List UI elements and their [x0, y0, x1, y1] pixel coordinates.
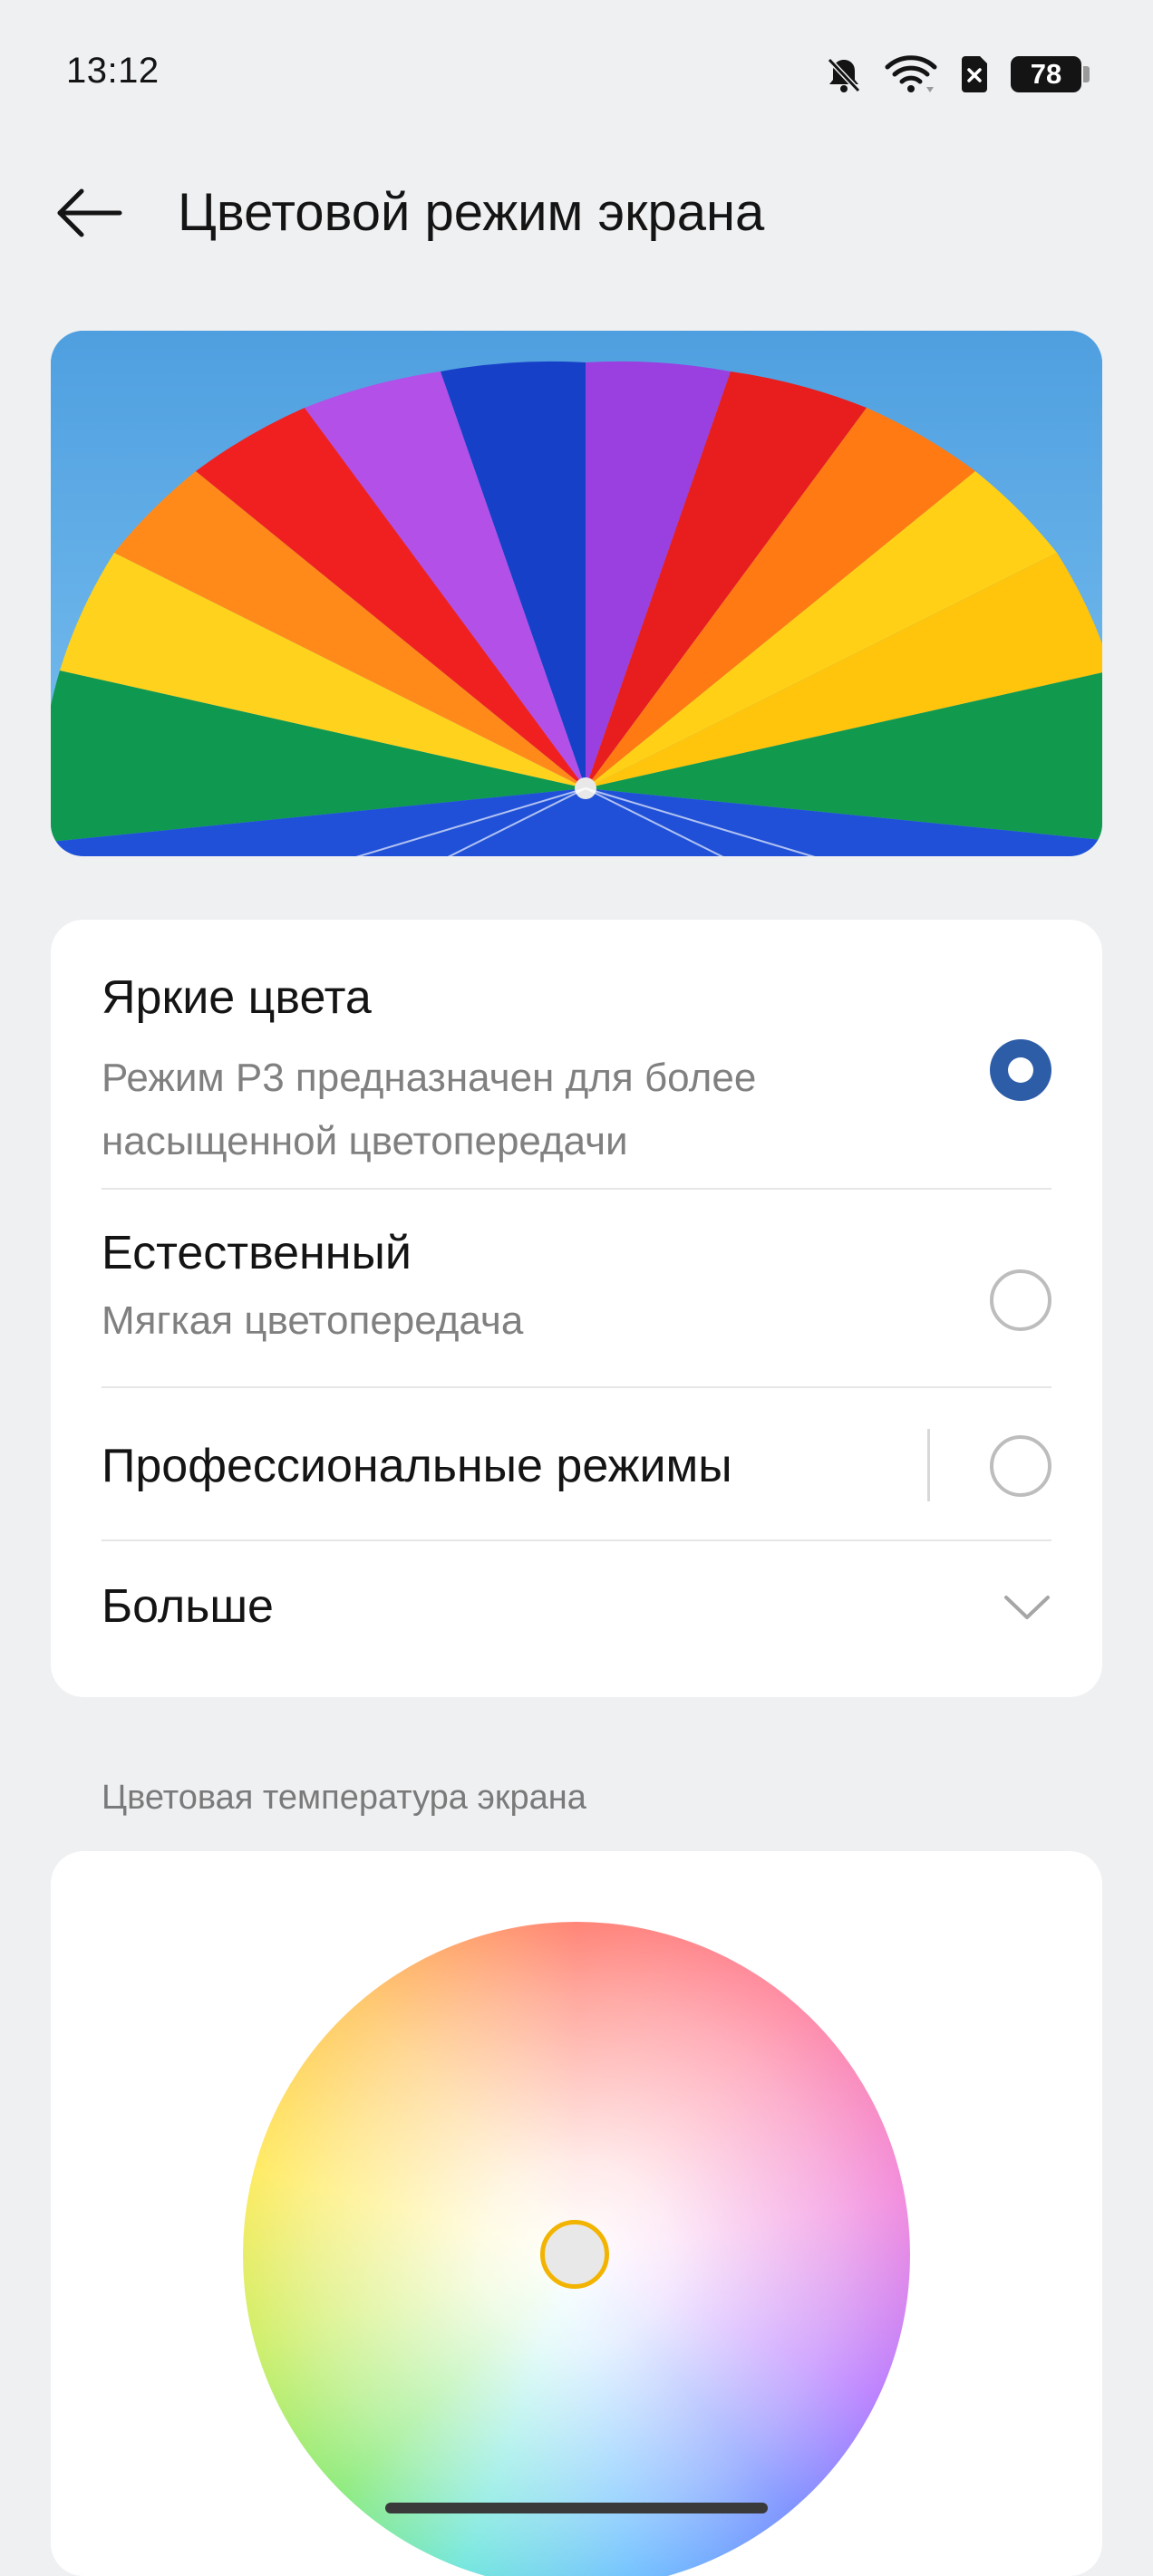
- battery-icon: 78: [1011, 56, 1090, 92]
- mode-pro-radio[interactable]: [990, 1435, 1051, 1497]
- mode-option-pro[interactable]: Профессиональные режимы: [102, 1388, 1051, 1551]
- status-bar: 13:12 78: [0, 0, 1153, 145]
- mode-natural-title: Естественный: [102, 1227, 412, 1279]
- mode-natural-radio[interactable]: [990, 1269, 1051, 1331]
- status-time: 13:12: [66, 51, 160, 91]
- more-options-row[interactable]: Больше: [102, 1541, 1051, 1695]
- section-label-color-temperature: Цветовая температура экрана: [102, 1779, 586, 1817]
- wifi-icon: [884, 54, 938, 94]
- bell-muted-icon: [824, 54, 864, 94]
- battery-level: 78: [1011, 56, 1081, 92]
- mode-option-natural[interactable]: Естественный Мягкая цветопередача: [102, 1192, 1051, 1391]
- rainbow-parachute-image: [51, 331, 1102, 856]
- chevron-down-icon: [1004, 1596, 1050, 1619]
- app-header: Цветовой режим экрана: [0, 163, 1153, 263]
- color-temperature-card: [51, 1851, 1102, 2576]
- page-title: Цветовой режим экрана: [178, 183, 765, 242]
- display-mode-card: Яркие цвета Режим P3 предназначен для бо…: [51, 920, 1102, 1697]
- back-button[interactable]: [45, 181, 132, 245]
- sim-blocked-icon: [958, 54, 991, 94]
- mode-vivid-radio[interactable]: [990, 1039, 1051, 1101]
- vertical-separator: [927, 1429, 930, 1501]
- arrow-left-icon: [57, 188, 122, 237]
- mode-option-vivid[interactable]: Яркие цвета Режим P3 предназначен для бо…: [102, 956, 1051, 1182]
- battery-cap: [1083, 66, 1090, 82]
- more-options-title: Больше: [102, 1580, 274, 1633]
- preview-image: [51, 331, 1102, 856]
- divider: [102, 1188, 1051, 1190]
- mode-natural-desc: Мягкая цветопередача: [102, 1298, 524, 1343]
- home-indicator[interactable]: [385, 2503, 768, 2513]
- mode-vivid-title: Яркие цвета: [102, 971, 372, 1024]
- mode-vivid-desc: Режим P3 предназначен для более насыщенн…: [102, 1056, 757, 1163]
- status-icons: 78: [824, 51, 1090, 98]
- color-wheel-handle[interactable]: [540, 2220, 609, 2289]
- mode-pro-title: Профессиональные режимы: [102, 1440, 732, 1492]
